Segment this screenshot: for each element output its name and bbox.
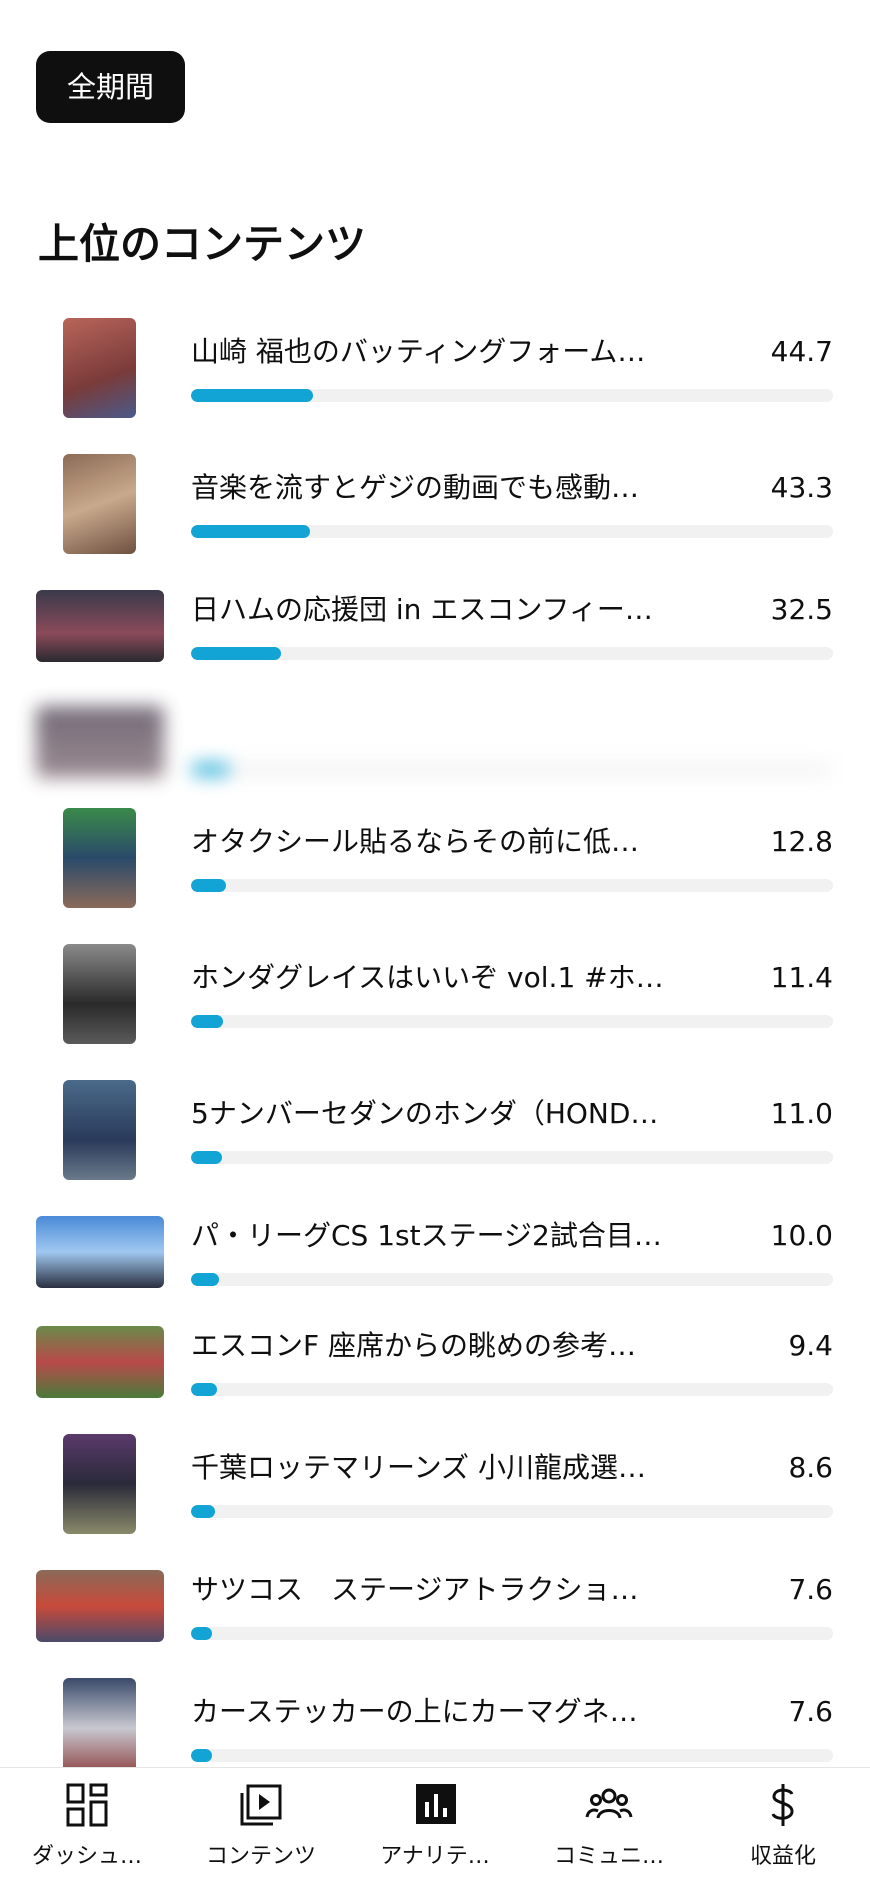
metric-bar-track bbox=[191, 1383, 833, 1396]
content-title: オタクシール貼るならその前に低… bbox=[191, 825, 640, 858]
section-title: 上位のコンテンツ bbox=[38, 220, 366, 268]
video-thumbnail bbox=[63, 808, 136, 908]
content-metric-value: 43.3 bbox=[770, 471, 833, 504]
content-title: 音楽を流すとゲジの動画でも感動… bbox=[191, 471, 640, 504]
metric-bar-track bbox=[191, 1015, 833, 1028]
content-row[interactable]: ホンダグレイスはいいぞ vol.1 #ホ… 11.4 bbox=[0, 944, 870, 1044]
metric-bar-fill bbox=[191, 1015, 224, 1028]
nav-label-analytics: アナリテ… bbox=[380, 1844, 490, 1869]
metric-bar-fill bbox=[191, 1151, 222, 1164]
metric-bar-track bbox=[191, 389, 833, 402]
nav-dashboard[interactable]: ダッシュ… bbox=[0, 1768, 174, 1884]
video-thumbnail bbox=[63, 1678, 136, 1778]
content-row[interactable]: オタクシール貼るならその前に低… 12.8 bbox=[0, 808, 870, 908]
bottom-navigation: ダッシュ… コンテンツ アナリテ… コミュニ… 収益化 bbox=[0, 1767, 870, 1884]
video-thumbnail bbox=[63, 318, 136, 418]
content-metric-value: 9.4 bbox=[788, 1329, 833, 1362]
video-thumbnail bbox=[63, 944, 136, 1044]
content-title: カーステッカーの上にカーマグネ… bbox=[191, 1695, 638, 1728]
metric-bar-fill bbox=[191, 1273, 219, 1286]
content-row[interactable]: エスコンF 座席からの眺めの参考… 9.4 bbox=[0, 1312, 870, 1412]
metric-bar-fill bbox=[191, 879, 227, 892]
content-metric-value: 12.8 bbox=[770, 825, 833, 858]
video-thumbnail bbox=[36, 1216, 164, 1288]
nav-label-dashboard: ダッシュ… bbox=[31, 1844, 142, 1869]
content-row[interactable]: 日ハムの応援団 in エスコンフィー… 32.5 bbox=[0, 576, 870, 676]
nav-content[interactable]: コンテンツ bbox=[174, 1768, 348, 1884]
content-metric-value: 11.0 bbox=[770, 1097, 833, 1130]
content-row[interactable]: 千葉ロッテマリーンズ 小川龍成選… 8.6 bbox=[0, 1434, 870, 1534]
nav-analytics[interactable]: アナリテ… bbox=[348, 1768, 522, 1884]
metric-bar-fill bbox=[191, 1749, 213, 1762]
metric-bar-track bbox=[191, 1749, 833, 1762]
metric-bar-fill bbox=[191, 647, 281, 660]
nav-monetization[interactable]: 収益化 bbox=[696, 1768, 870, 1884]
metric-bar-track bbox=[191, 1151, 833, 1164]
metric-bar-fill bbox=[191, 1505, 215, 1518]
metric-bar-track bbox=[191, 1273, 833, 1286]
video-thumbnail bbox=[63, 454, 136, 554]
content-metric-value: 32.5 bbox=[770, 593, 833, 626]
metric-bar-track bbox=[191, 763, 833, 776]
content-metric-value: 7.6 bbox=[788, 1573, 833, 1606]
metric-bar-track bbox=[191, 525, 833, 538]
metric-bar-fill bbox=[191, 1627, 213, 1640]
dashboard-icon bbox=[66, 1783, 108, 1827]
content-row[interactable]: 5ナンバーセダンのホンダ（HOND… 11.0 bbox=[0, 1080, 870, 1180]
content-play-icon bbox=[240, 1784, 282, 1826]
community-icon bbox=[585, 1788, 633, 1819]
content-metric-value: 8.6 bbox=[788, 1451, 833, 1484]
metric-bar-fill bbox=[191, 525, 310, 538]
nav-label-content: コンテンツ bbox=[205, 1844, 316, 1869]
metric-bar-fill bbox=[191, 389, 313, 402]
content-metric-value: 7.6 bbox=[788, 1695, 833, 1728]
content-row[interactable]: カーステッカーの上にカーマグネ… 7.6 bbox=[0, 1678, 870, 1778]
nav-label-monetization: 収益化 bbox=[749, 1844, 816, 1869]
metric-bar-fill bbox=[191, 763, 230, 776]
metric-bar-track bbox=[191, 1627, 833, 1640]
content-title: エスコンF 座席からの眺めの参考… bbox=[191, 1329, 637, 1362]
metric-bar-track bbox=[191, 879, 833, 892]
content-title: 山崎 福也のバッティングフォーム… bbox=[191, 335, 646, 368]
content-metric-value: 11.4 bbox=[770, 961, 833, 994]
analytics-icon bbox=[416, 1784, 456, 1824]
content-row[interactable]: 音楽を流すとゲジの動画でも感動… 43.3 bbox=[0, 454, 870, 554]
nav-community[interactable]: コミュニ… bbox=[522, 1768, 696, 1884]
content-row[interactable] bbox=[0, 692, 870, 792]
video-thumbnail bbox=[36, 706, 164, 778]
metric-bar-track bbox=[191, 647, 833, 660]
video-thumbnail bbox=[36, 590, 164, 662]
content-title: 千葉ロッテマリーンズ 小川龍成選… bbox=[191, 1451, 646, 1484]
video-thumbnail bbox=[63, 1080, 136, 1180]
content-title: パ・リーグCS 1stステージ2試合目… bbox=[191, 1219, 662, 1252]
content-metric-value: 10.0 bbox=[770, 1219, 833, 1252]
metric-bar-track bbox=[191, 1505, 833, 1518]
content-metric-value: 44.7 bbox=[770, 335, 833, 368]
content-title: ホンダグレイスはいいぞ vol.1 #ホ… bbox=[191, 961, 664, 994]
content-title: サツコス ステージアトラクショ… bbox=[191, 1573, 639, 1606]
content-title: 5ナンバーセダンのホンダ（HOND… bbox=[191, 1097, 659, 1130]
content-title: 日ハムの応援団 in エスコンフィー… bbox=[191, 593, 653, 626]
dollar-icon bbox=[771, 1784, 794, 1826]
video-thumbnail bbox=[36, 1570, 164, 1642]
nav-label-community: コミュニ… bbox=[553, 1844, 664, 1869]
content-row[interactable]: サツコス ステージアトラクショ… 7.6 bbox=[0, 1556, 870, 1656]
video-thumbnail bbox=[63, 1434, 136, 1534]
metric-bar-fill bbox=[191, 1383, 218, 1396]
content-row[interactable]: パ・リーグCS 1stステージ2試合目… 10.0 bbox=[0, 1202, 870, 1302]
video-thumbnail bbox=[36, 1326, 164, 1398]
content-row[interactable]: 山崎 福也のバッティングフォーム… 44.7 bbox=[0, 318, 870, 418]
period-filter-chip[interactable]: 全期間 bbox=[36, 51, 185, 123]
